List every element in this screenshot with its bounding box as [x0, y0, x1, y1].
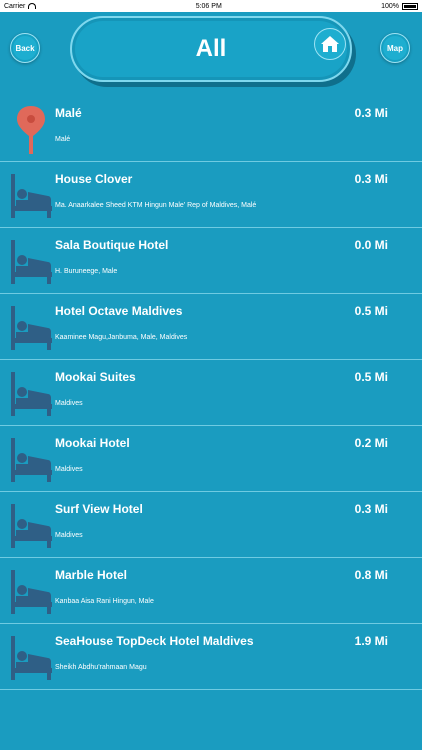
place-address: H. Buruneege, Male	[55, 268, 118, 275]
list-item[interactable]: Sala Boutique Hotel H. Buruneege, Male 0.0…	[0, 228, 422, 294]
bed-icon	[10, 170, 52, 220]
place-name: Marble Hotel	[55, 568, 128, 582]
bed-icon	[10, 632, 52, 682]
bed-icon	[10, 302, 52, 352]
battery-icon	[402, 2, 418, 10]
list-item[interactable]: Mookai Hotel Maldives 0.2 Mi	[0, 426, 422, 492]
list-item[interactable]: SeaHouse TopDeck Hotel Maldives Sheikh Ab…	[0, 624, 422, 690]
place-name: House Clover	[55, 172, 133, 186]
place-distance: 0.5 Mi	[354, 304, 388, 318]
list-item[interactable]: Mookai Suites Maldives 0.5 Mi	[0, 360, 422, 426]
place-name: Surf View Hotel	[55, 502, 143, 516]
place-distance: 1.9 Mi	[354, 634, 388, 648]
map-button[interactable]: Map	[380, 33, 410, 63]
map-pin-icon	[10, 104, 52, 154]
list-item[interactable]: House Clover Ma. Anaarkalee Sheed KTM Hin…	[0, 162, 422, 228]
bed-icon	[10, 434, 52, 484]
place-address: Malé	[55, 136, 71, 143]
place-address: Maldives	[55, 532, 83, 539]
place-name: SeaHouse TopDeck Hotel Maldives	[55, 634, 254, 648]
place-name: Mookai Suites	[55, 370, 136, 384]
bed-icon	[10, 566, 52, 616]
title-pill: All	[70, 16, 352, 82]
place-distance: 0.5 Mi	[354, 370, 388, 384]
status-left: Carrier	[4, 2, 37, 10]
place-address: Maldives	[55, 400, 83, 407]
status-time: 5:06 PM	[195, 2, 222, 10]
home-icon	[321, 36, 339, 52]
header: Back All Map	[0, 12, 422, 92]
place-list: Malé Malé 0.3 Mi House Clover Ma. Anaarkalee…	[0, 96, 422, 750]
bed-icon	[10, 500, 52, 550]
place-name: Mookai Hotel	[55, 436, 130, 450]
place-address: Kanbaa Aisa Rani Hingun, Male	[55, 598, 154, 605]
battery-percent: 100%	[381, 2, 399, 10]
place-distance: 0.2 Mi	[354, 436, 388, 450]
list-item[interactable]: Marble Hotel Kanbaa Aisa Rani Hingun, Mal…	[0, 558, 422, 624]
page-title: All	[195, 35, 227, 62]
place-distance: 0.0 Mi	[354, 238, 388, 252]
carrier-label: Carrier	[4, 2, 26, 10]
place-address: Sheikh Abdhu'rahmaan Magu	[55, 664, 147, 671]
place-address: Ma. Anaarkalee Sheed KTM Hingun Male' Re…	[55, 202, 257, 209]
place-address: Kaaminee Magu,Janbuma, Male, Maldives	[55, 334, 188, 341]
list-item[interactable]: Hotel Octave Maldives Kaaminee Magu,Janbu…	[0, 294, 422, 360]
back-button[interactable]: Back	[10, 33, 40, 63]
place-name: Sala Boutique Hotel	[55, 238, 169, 252]
status-right: 100%	[381, 2, 418, 10]
place-name: Malé	[55, 106, 82, 120]
place-distance: 0.8 Mi	[354, 568, 388, 582]
wifi-icon	[28, 3, 37, 9]
status-bar: Carrier 5:06 PM 100%	[0, 0, 422, 12]
list-item[interactable]: Malé Malé 0.3 Mi	[0, 96, 422, 162]
place-distance: 0.3 Mi	[354, 502, 388, 516]
place-distance: 0.3 Mi	[354, 172, 388, 186]
bed-icon	[10, 236, 52, 286]
bed-icon	[10, 368, 52, 418]
place-address: Maldives	[55, 466, 83, 473]
home-button[interactable]	[314, 28, 346, 60]
list-item[interactable]: Surf View Hotel Maldives 0.3 Mi	[0, 492, 422, 558]
place-distance: 0.3 Mi	[354, 106, 388, 120]
place-name: Hotel Octave Maldives	[55, 304, 183, 318]
